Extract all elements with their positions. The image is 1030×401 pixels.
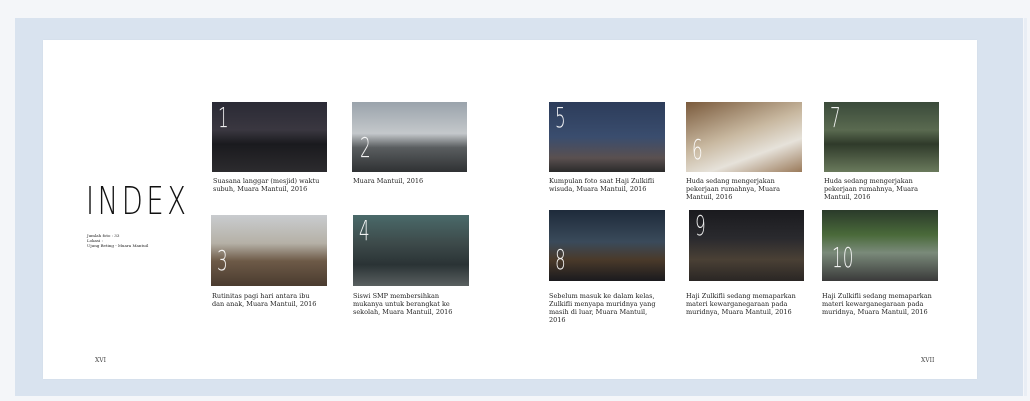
photo-number: 2	[360, 131, 371, 164]
photo-8[interactable]: 8	[549, 210, 665, 281]
photo-number: 7	[830, 102, 841, 134]
caption-9: Haji Zulkifli sedang memaparkan materi k…	[686, 292, 796, 316]
index-title: INDEX	[86, 179, 190, 223]
page-number-left: XVI	[95, 357, 106, 364]
caption-7: Huda sedang mengerjakan pekerjaan rumahn…	[824, 177, 919, 201]
caption-1: Suasana langgar (mesjid) waktu subuh, Mu…	[213, 177, 320, 193]
photo-6[interactable]: 6	[686, 102, 802, 172]
photo-number: 4	[359, 215, 370, 247]
photo-2[interactable]: 2	[352, 102, 467, 172]
location-value: Ujung Beting - Muara Mantuil	[87, 243, 149, 248]
photo-10[interactable]: 10	[822, 210, 938, 281]
photo-number: 3	[217, 244, 228, 277]
photo-5[interactable]: 5	[549, 102, 665, 172]
photo-number: 6	[692, 133, 703, 166]
photo-1[interactable]: 1	[212, 102, 327, 172]
caption-6: Huda sedang mengerjakan pekerjaan rumahn…	[686, 177, 781, 201]
photo-number: 10	[832, 241, 854, 274]
photo-7[interactable]: 7	[824, 102, 939, 172]
caption-4: Siswi SMP membersihkan mukanya untuk ber…	[353, 292, 453, 316]
caption-3: Rutinitas pagi hari antara ibu dan anak,…	[212, 292, 317, 308]
page-number-right: XVII	[921, 357, 935, 364]
photo-9[interactable]: 9	[689, 210, 804, 281]
caption-8: Sebelum masuk ke dalam kelas, Zulkifli m…	[549, 292, 656, 324]
photo-number: 8	[555, 243, 566, 276]
caption-10: Haji Zulkifli sedang memaparkan materi k…	[822, 292, 932, 316]
viewer-scrollbar[interactable]	[1024, 18, 1027, 396]
photo-4[interactable]: 4	[353, 215, 469, 286]
caption-2: Muara Mantuil, 2016	[353, 177, 424, 185]
photo-number: 5	[555, 102, 566, 134]
caption-5: Kumpulan foto saat Haji Zulkifli wisuda,…	[549, 177, 655, 193]
photo-number: 9	[695, 210, 706, 242]
index-meta: Jumlah foto : 33 Lokasi : Ujung Beting -…	[87, 233, 148, 248]
photo-number: 1	[218, 102, 229, 134]
photo-3[interactable]: 3	[211, 215, 327, 286]
